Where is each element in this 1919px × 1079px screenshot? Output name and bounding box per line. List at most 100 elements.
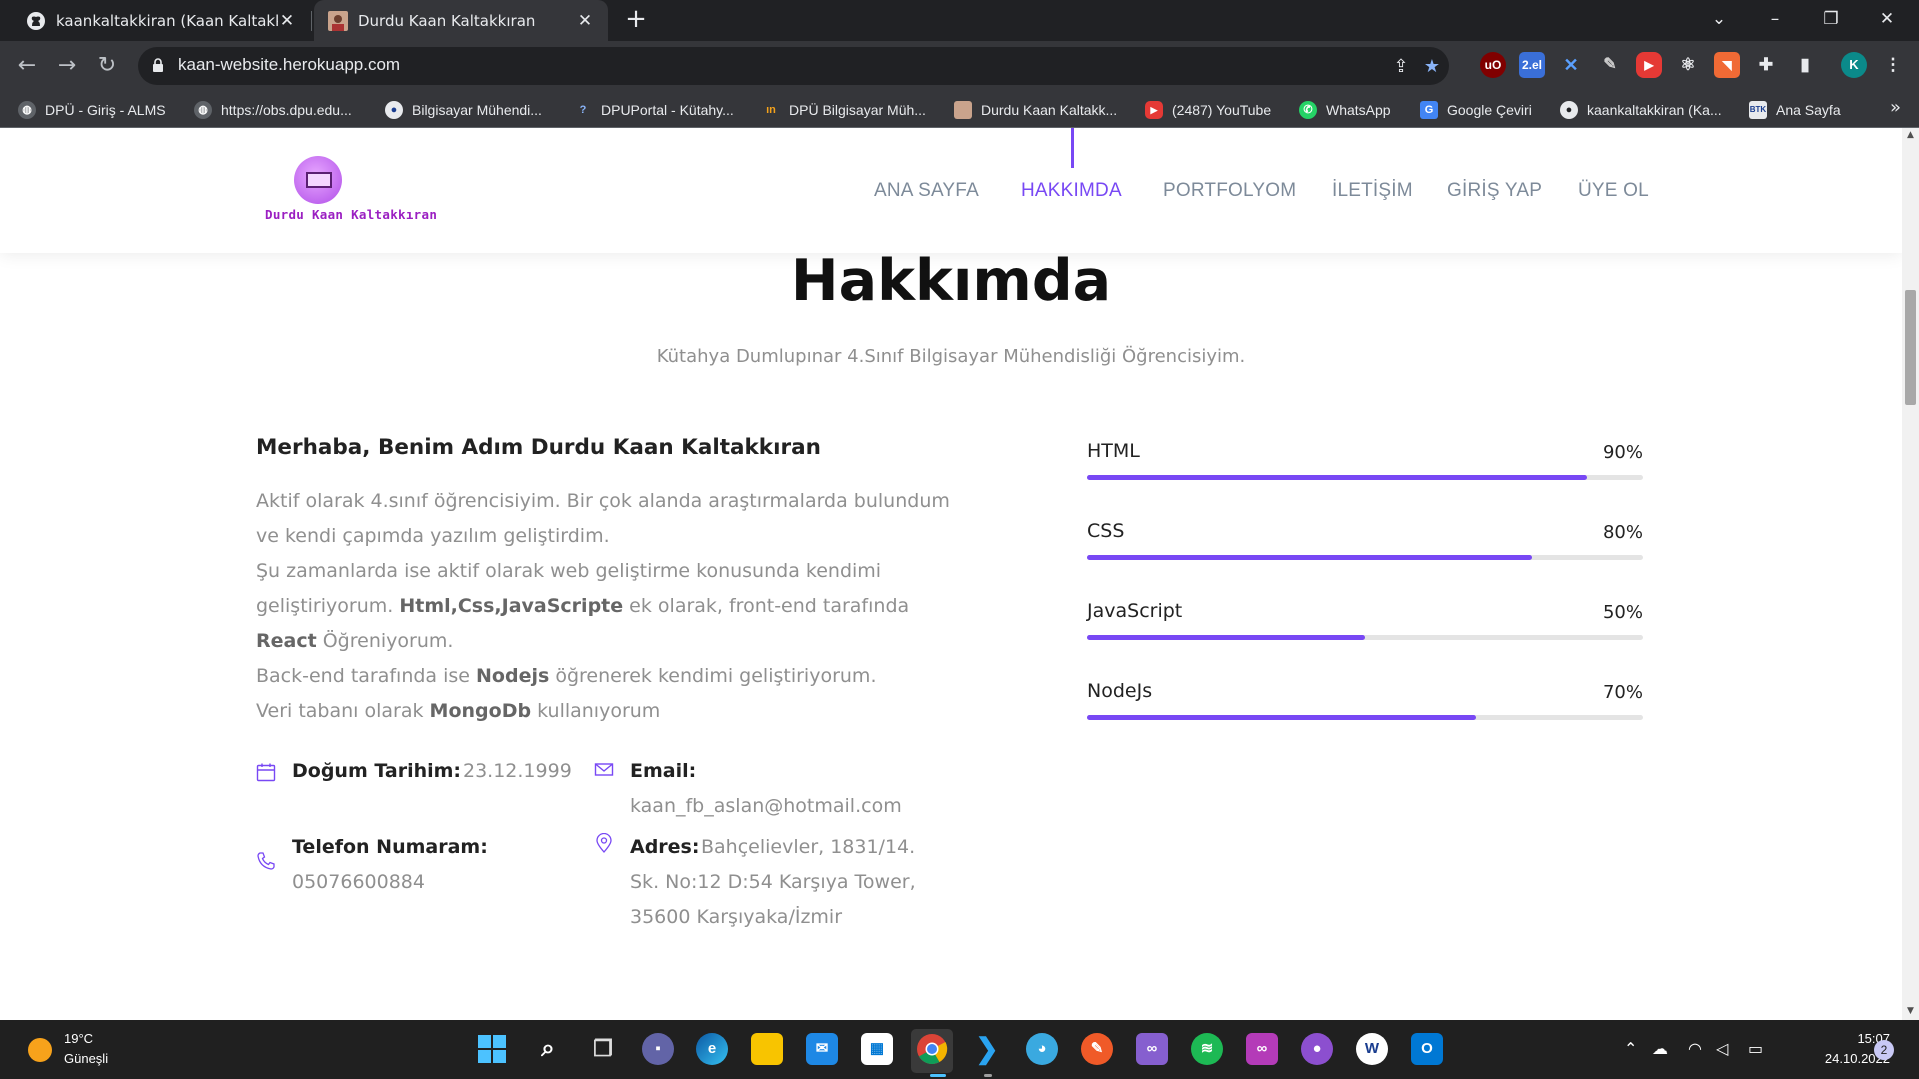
nav-contact[interactable]: İLETİŞİM [1332, 180, 1413, 202]
outlook-icon[interactable]: O [1411, 1033, 1443, 1065]
brush-extension-icon[interactable]: ✎ [1597, 52, 1623, 78]
page-scrollbar[interactable]: ▲ ▼ [1902, 128, 1919, 1020]
reload-icon[interactable]: ↻ [92, 51, 122, 81]
globe-app-icon[interactable]: ◕ [1026, 1033, 1058, 1065]
bookmark-label: (2487) YouTube [1172, 102, 1272, 118]
tab-title: Durdu Kaan Kaltakkıran [358, 11, 536, 30]
bookmark-item[interactable]: ✆ WhatsApp [1299, 99, 1391, 121]
chrome-menu-icon[interactable]: ⋮ [1880, 52, 1906, 78]
chrome-icon[interactable] [916, 1033, 948, 1065]
share-icon[interactable]: ⇪ [1390, 56, 1412, 78]
nav-home[interactable]: ANA SAYFA [874, 180, 979, 202]
skill-name: HTML [1087, 440, 1140, 462]
edge-icon[interactable]: e [696, 1033, 728, 1065]
address-bar[interactable]: kaan-website.herokuapp.com ⇪ ★ [138, 47, 1449, 85]
btk-icon: BTK [1749, 101, 1767, 119]
browser-tab-active[interactable]: Durdu Kaan Kaltakkıran ✕ [314, 0, 608, 41]
bookmark-item[interactable]: ● Bilgisayar Mühendi... [385, 99, 542, 121]
tab-separator [311, 11, 312, 31]
progress-track [1087, 715, 1643, 720]
bookmark-label: https://obs.dpu.edu... [221, 102, 352, 118]
arduino-icon[interactable]: ∞ [1246, 1033, 1278, 1065]
bookmark-item[interactable]: ● kaankaltakkiran (Ka... [1560, 99, 1722, 121]
weather-temp: 19°C [64, 1031, 94, 1046]
minimize-icon[interactable]: – [1747, 0, 1803, 41]
extension-2el-icon[interactable]: 2.el [1519, 52, 1545, 78]
windows-taskbar: 19°C Güneşli ⌕ ❐ ▪ e ✉ ▦ ❯ ◕ ✎ ∞ ≋ ∞ ● W… [0, 1020, 1919, 1079]
skill-percent: 50% [1602, 602, 1643, 623]
side-panel-icon[interactable]: ▮ [1792, 52, 1818, 78]
react-devtools-icon[interactable]: ⚛ [1675, 52, 1701, 78]
progress-track [1087, 475, 1643, 480]
address-line: Sk. No:12 D:54 Karşıya Tower, [630, 871, 916, 893]
cloud-icon[interactable]: ☁ [1652, 1039, 1668, 1058]
rss-extension-icon[interactable]: ◥ [1714, 52, 1740, 78]
running-indicator [984, 1074, 992, 1077]
new-tab-button[interactable]: + [622, 6, 650, 34]
birth-label: Doğum Tarihim: [292, 760, 462, 782]
bookmark-item[interactable]: ? DPUPortal - Kütahy... [574, 99, 734, 121]
battery-icon[interactable]: ▭ [1748, 1039, 1763, 1058]
github-desktop-icon[interactable]: ● [1301, 1033, 1333, 1065]
vscode-icon[interactable]: ❯ [971, 1033, 1003, 1065]
youtube-extension-icon[interactable]: ▶ [1636, 52, 1662, 78]
forward-icon[interactable]: → [52, 51, 82, 81]
para-text: Veri tabanı olarak [256, 700, 430, 722]
wifi-icon[interactable]: ◠ [1688, 1039, 1702, 1058]
sun-icon [28, 1038, 52, 1062]
phone-value[interactable]: 05076600884 [292, 871, 425, 893]
chevron-up-icon[interactable]: ⌃ [1624, 1039, 1637, 1058]
bookmark-item[interactable]: ▶ (2487) YouTube [1145, 99, 1271, 121]
email-value[interactable]: kaan_fb_aslan@hotmail.com [630, 795, 902, 817]
email-label: Email: [630, 760, 697, 782]
back-icon[interactable]: ← [12, 51, 42, 81]
bookmark-star-icon[interactable]: ★ [1421, 56, 1443, 78]
bookmark-item[interactable]: G Google Çeviri [1420, 99, 1532, 121]
calendar-icon [256, 763, 276, 782]
nav-login[interactable]: GİRİŞ YAP [1447, 180, 1542, 202]
start-icon[interactable] [476, 1033, 508, 1065]
bookmarks-more-icon[interactable]: » [1890, 97, 1901, 118]
scroll-down-icon[interactable]: ▼ [1902, 1006, 1919, 1016]
restore-icon[interactable]: ❐ [1803, 0, 1859, 41]
ublock-icon[interactable]: uO [1480, 52, 1506, 78]
spotify-icon[interactable]: ≋ [1191, 1033, 1223, 1065]
bookmark-item[interactable]: Durdu Kaan Kaltakk... [954, 99, 1117, 121]
bookmark-item[interactable]: ◍ DPÜ - Giriş - ALMS [18, 99, 166, 121]
bookmark-item[interactable]: ın DPÜ Bilgisayar Müh... [762, 99, 926, 121]
para-text: kullanıyorum [531, 700, 661, 722]
nav-about[interactable]: HAKKIMDA [1021, 180, 1122, 202]
bookmark-item[interactable]: ◍ https://obs.dpu.edu... [194, 99, 352, 121]
scroll-up-icon[interactable]: ▲ [1902, 130, 1919, 140]
pen-app-icon[interactable]: ✎ [1081, 1033, 1113, 1065]
nav-register[interactable]: ÜYE OL [1578, 180, 1649, 202]
tool-extension-icon[interactable]: ✕ [1558, 52, 1584, 78]
scroll-thumb[interactable] [1905, 290, 1916, 405]
search-icon[interactable]: ⌕ [532, 1033, 564, 1065]
profile-avatar[interactable]: K [1841, 52, 1867, 78]
tab-search-icon[interactable]: ⌄ [1691, 0, 1747, 41]
task-view-icon[interactable]: ❐ [587, 1033, 619, 1065]
close-window-icon[interactable]: ✕ [1859, 0, 1915, 41]
word-icon[interactable]: W [1356, 1033, 1388, 1065]
skill-name: CSS [1087, 520, 1125, 542]
tab-close-icon[interactable]: ✕ [278, 11, 296, 31]
tab-close-icon[interactable]: ✕ [576, 11, 594, 31]
teams-chat-icon[interactable]: ▪ [642, 1033, 674, 1065]
file-explorer-icon[interactable] [751, 1033, 783, 1065]
notification-badge[interactable]: 2 [1874, 1040, 1894, 1060]
nav-portfolio[interactable]: PORTFOLYOM [1163, 180, 1296, 202]
visual-studio-icon[interactable]: ∞ [1136, 1033, 1168, 1065]
bookmark-item[interactable]: BTK Ana Sayfa [1749, 99, 1841, 121]
para-text: Öğreniyorum. [316, 630, 454, 652]
phone-label: Telefon Numaram: [292, 836, 488, 858]
mail-icon[interactable]: ✉ [806, 1033, 838, 1065]
globe-icon: ◍ [18, 101, 36, 119]
browser-tab-github[interactable]: kaankaltakkiran (Kaan Kaltakkıran) ✕ [12, 0, 310, 41]
extensions-puzzle-icon[interactable]: ✚ [1753, 52, 1779, 78]
para-bold: MongoDb [429, 700, 532, 722]
dpu-icon: ● [385, 101, 403, 119]
store-icon[interactable]: ▦ [861, 1033, 893, 1065]
github-icon [27, 11, 45, 30]
volume-icon[interactable]: ◁ [1716, 1039, 1728, 1058]
